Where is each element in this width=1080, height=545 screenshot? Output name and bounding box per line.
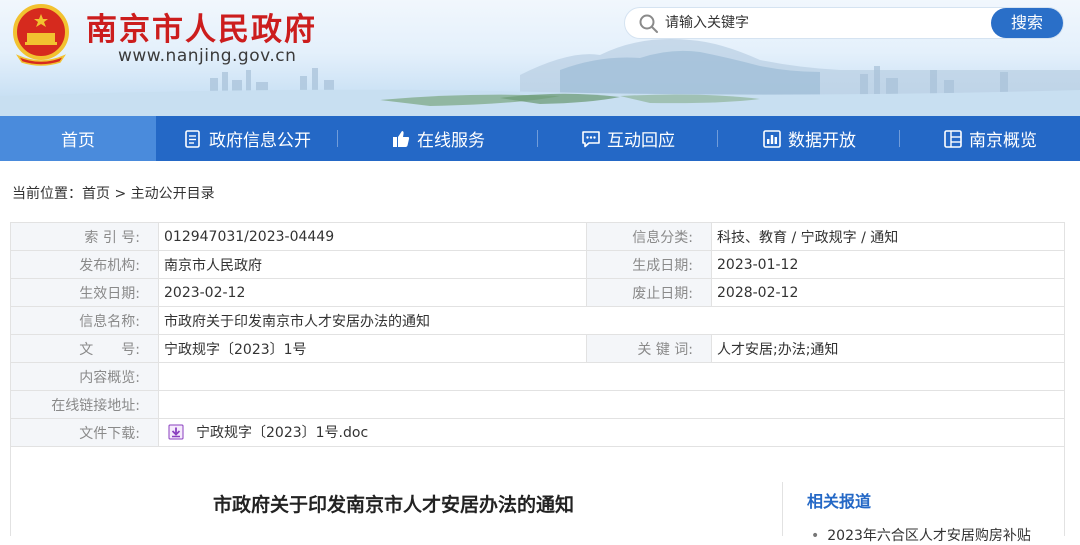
keywords-value: 人才安居;办法;通知: [711, 334, 1065, 363]
national-emblem-icon: [13, 4, 69, 66]
online-link-label: 在线链接地址:: [10, 390, 159, 419]
grid-icon: [944, 129, 962, 148]
search-icon: [639, 14, 658, 33]
online-link-value: [158, 390, 1065, 419]
article-content: 市政府关于印发南京市人才安居办法的通知 相关报道 2023年六合区人才安居购房补…: [10, 445, 1065, 544]
expire-date-value: 2028-02-12: [711, 278, 1065, 307]
thumbs-up-icon: [393, 130, 410, 147]
chat-icon: [582, 130, 600, 147]
nav-item-gov-info[interactable]: 政府信息公开: [156, 116, 338, 161]
article-title: 市政府关于印发南京市人才安居办法的通知: [213, 494, 575, 516]
breadcrumb-prefix: 当前位置：: [12, 186, 82, 202]
nav-item-open-data[interactable]: 数据开放: [718, 116, 900, 161]
summary-label: 内容概览:: [10, 362, 159, 391]
effective-date-label: 生效日期:: [10, 278, 159, 307]
site-title[interactable]: 南京市人民政府: [86, 4, 317, 49]
created-date-label: 生成日期:: [586, 250, 712, 279]
nav-label: 政府信息公开: [209, 131, 311, 151]
effective-date-value: 2023-02-12: [158, 278, 587, 307]
table-row: 在线链接地址:: [10, 390, 1065, 419]
document-number-value: 宁政规字〔2023〕1号: [158, 334, 587, 363]
nav-item-online-service[interactable]: 在线服务: [338, 116, 538, 161]
breadcrumb-current-link[interactable]: 主动公开目录: [131, 186, 215, 202]
table-row: 索 引 号: 012947031/2023-04449 信息分类: 科技、教育 …: [10, 222, 1065, 251]
sidebar-divider: [782, 482, 783, 536]
breadcrumb: 当前位置：首页 > 主动公开目录: [12, 183, 215, 203]
site-url: www.nanjing.gov.cn: [118, 46, 297, 66]
table-row: 文 号: 宁政规字〔2023〕1号 关 键 词: 人才安居;办法;通知: [10, 334, 1065, 363]
related-reports-title: 相关报道: [807, 492, 872, 511]
search-input[interactable]: [665, 11, 985, 35]
search-box: 搜索: [624, 7, 1064, 39]
table-row: 信息名称: 市政府关于印发南京市人才安居办法的通知: [10, 306, 1065, 335]
table-row: 发布机构: 南京市人民政府 生成日期: 2023-01-12: [10, 250, 1065, 279]
table-row: 文件下载: 宁政规字〔2023〕1号.doc: [10, 418, 1065, 447]
nav-label: 数据开放: [788, 131, 856, 151]
file-download-name: 宁政规字〔2023〕1号.doc: [196, 424, 369, 441]
nav-label: 在线服务: [417, 131, 485, 151]
search-button[interactable]: 搜索: [991, 8, 1063, 38]
breadcrumb-separator: >: [114, 186, 127, 202]
document-number-label: 文 号:: [10, 334, 159, 363]
index-number-label: 索 引 号:: [10, 222, 159, 251]
created-date-value: 2023-01-12: [711, 250, 1065, 279]
nav-item-nanjing-overview[interactable]: 南京概览: [900, 116, 1080, 161]
nav-label: 首页: [61, 131, 95, 151]
info-name-label: 信息名称:: [10, 306, 159, 335]
main-nav: 首页 政府信息公开 在线服务 互动回应 数据开放 南京概览: [0, 116, 1080, 161]
category-label: 信息分类:: [586, 222, 712, 251]
nav-label: 南京概览: [969, 131, 1037, 151]
category-value: 科技、教育 / 宁政规字 / 通知: [711, 222, 1065, 251]
nav-item-interaction[interactable]: 互动回应: [538, 116, 718, 161]
bar-chart-icon: [763, 129, 781, 148]
related-report-link[interactable]: 2023年六合区人才安居购房补贴: [811, 525, 1031, 545]
document-info-table: 索 引 号: 012947031/2023-04449 信息分类: 科技、教育 …: [10, 222, 1065, 447]
index-number-value: 012947031/2023-04449: [158, 222, 587, 251]
info-name-value: 市政府关于印发南京市人才安居办法的通知: [158, 306, 1065, 335]
nav-label: 互动回应: [607, 131, 675, 151]
download-icon: [168, 424, 184, 439]
table-row: 内容概览:: [10, 362, 1065, 391]
summary-value: [158, 362, 1065, 391]
file-download-link[interactable]: 宁政规字〔2023〕1号.doc: [164, 422, 368, 442]
file-download-cell: 宁政规字〔2023〕1号.doc: [158, 418, 1065, 447]
document-icon: [185, 129, 200, 148]
file-download-label: 文件下载:: [10, 418, 159, 447]
table-row: 生效日期: 2023-02-12 废止日期: 2028-02-12: [10, 278, 1065, 307]
keywords-label: 关 键 词:: [586, 334, 712, 363]
expire-date-label: 废止日期:: [586, 278, 712, 307]
breadcrumb-home-link[interactable]: 首页: [82, 186, 110, 202]
site-header: 南京市人民政府 www.nanjing.gov.cn 搜索: [0, 0, 1080, 116]
publisher-value: 南京市人民政府: [158, 250, 587, 279]
publisher-label: 发布机构:: [10, 250, 159, 279]
nav-item-home[interactable]: 首页: [0, 116, 156, 161]
